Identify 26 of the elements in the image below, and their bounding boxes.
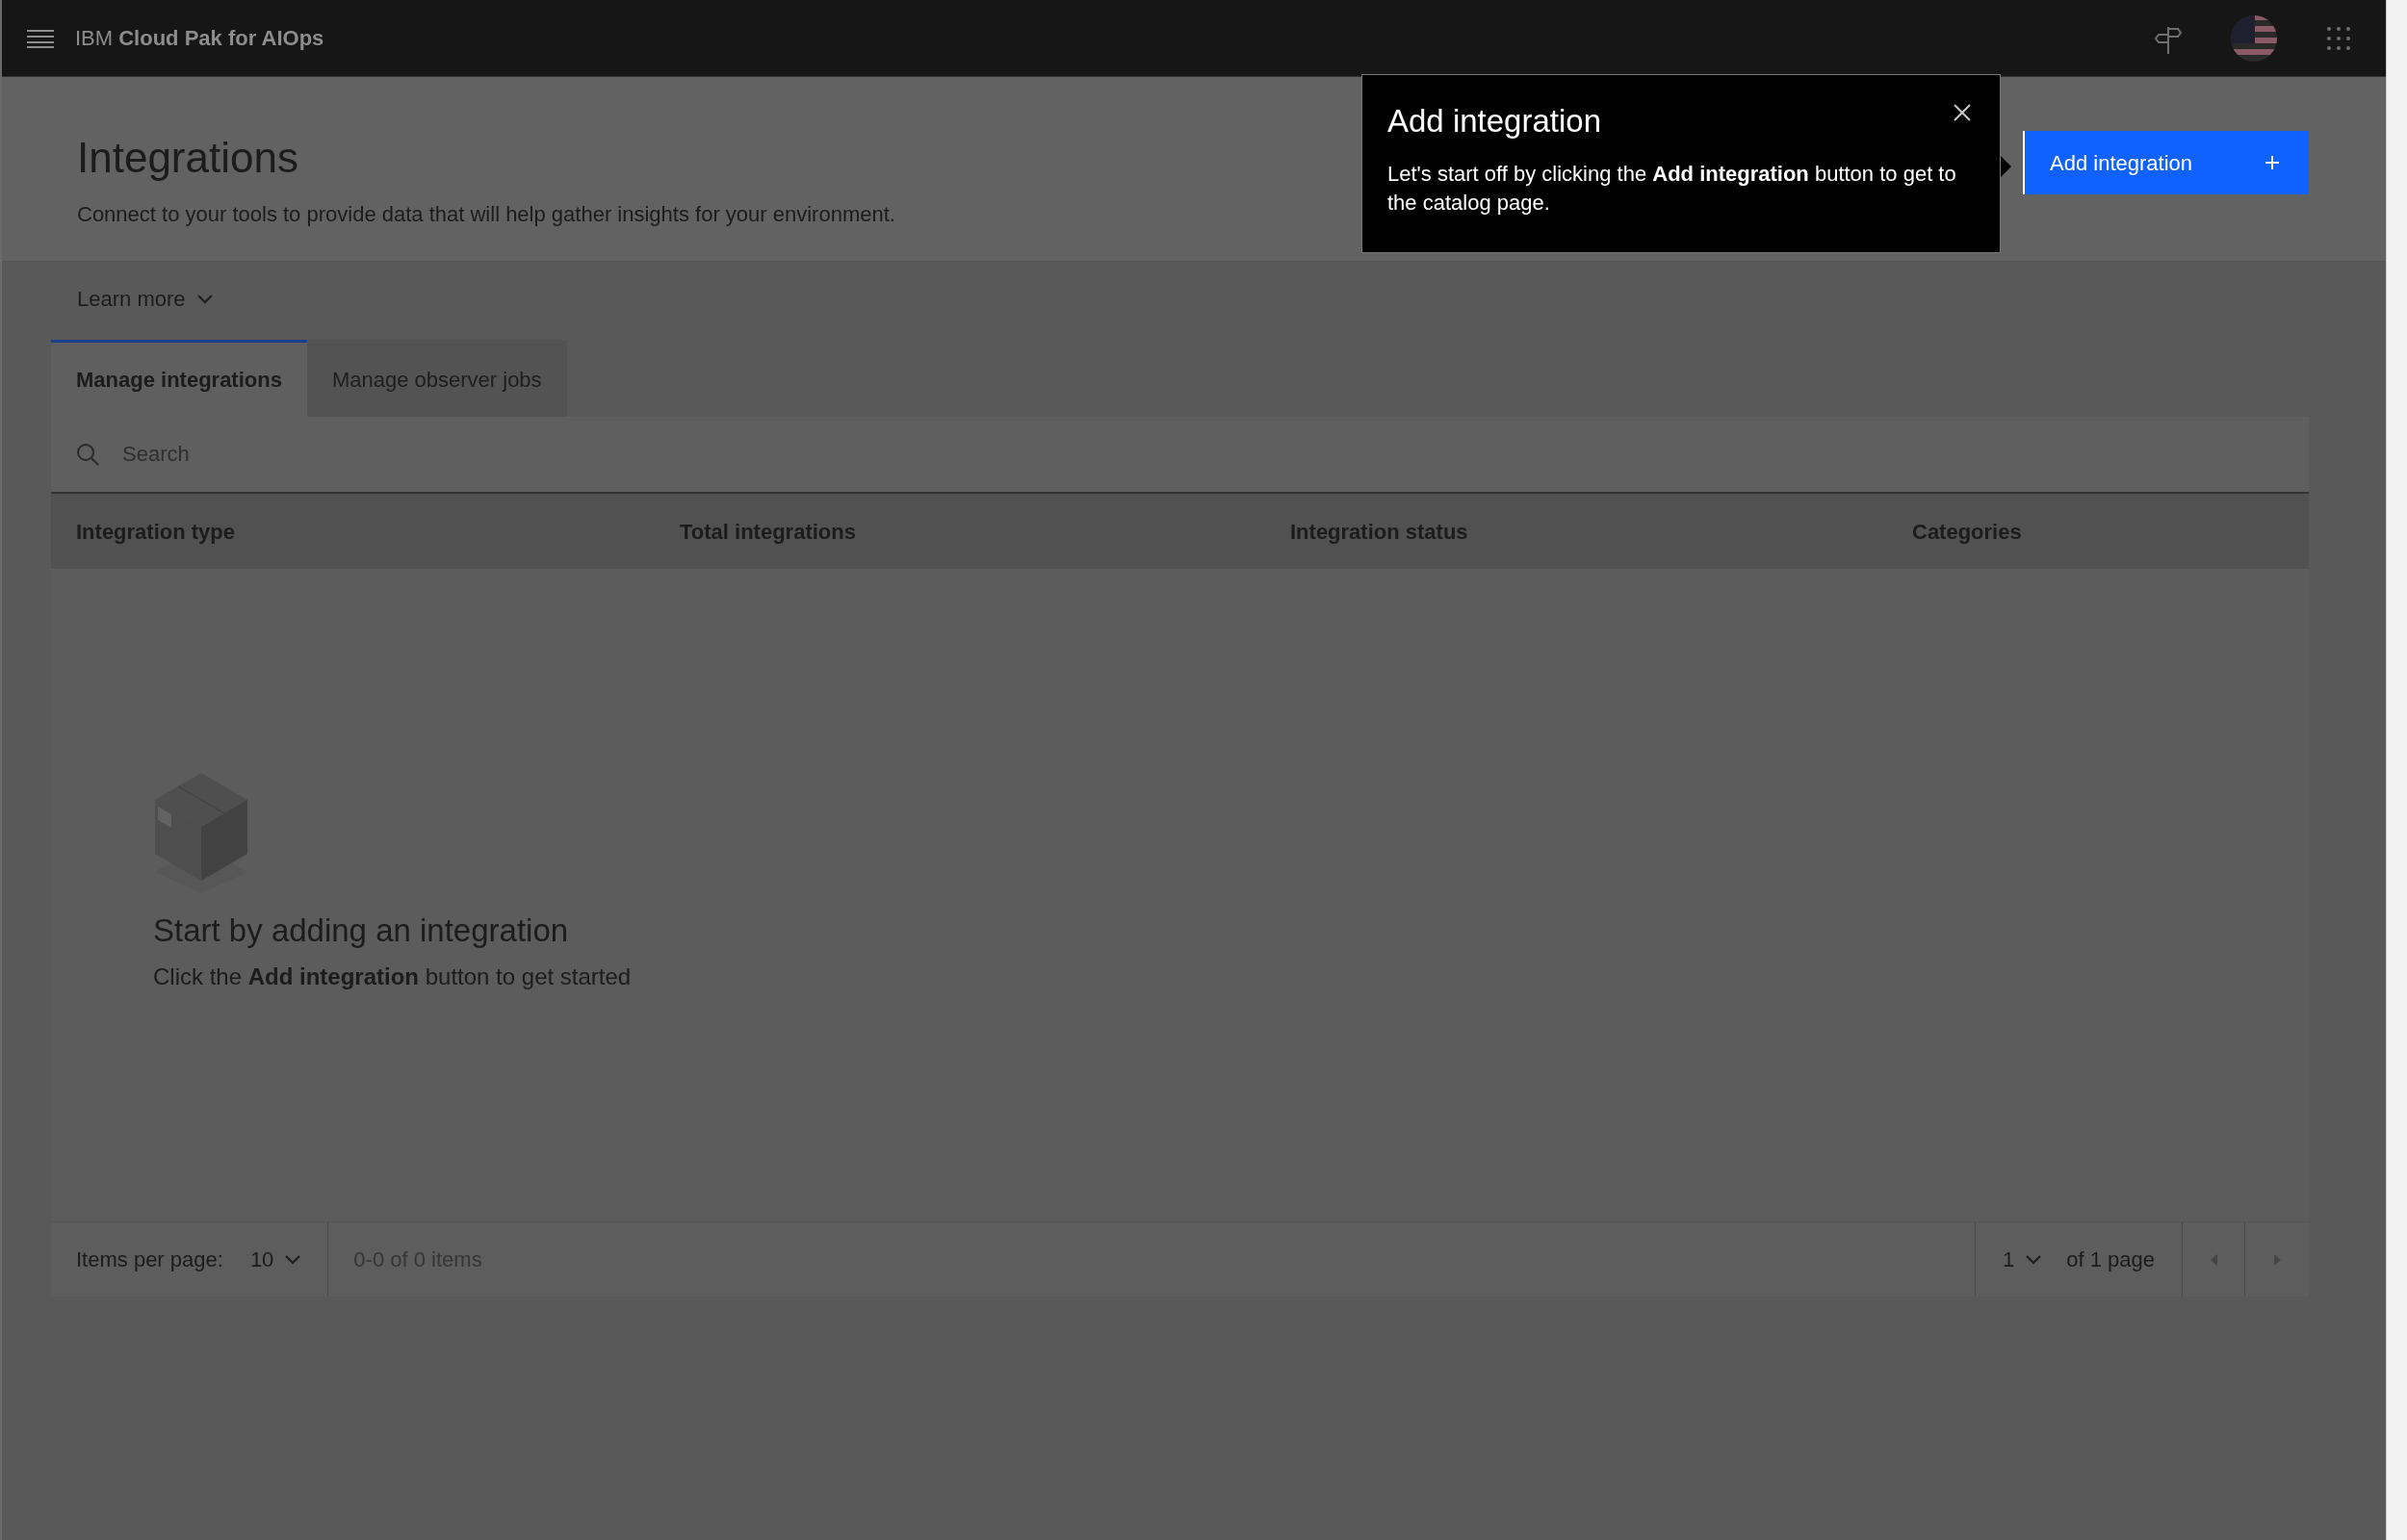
- chevron-down-icon: [2026, 1254, 2042, 1265]
- page-total: of 1 page: [2066, 1246, 2155, 1273]
- empty-state-text: Click the Add integration button to get started: [153, 962, 633, 991]
- empty-state-title: Start by adding an integration: [153, 911, 570, 950]
- tab[interactable]: Manage integrations: [51, 340, 307, 417]
- add-integration-button[interactable]: Add integration: [2023, 131, 2309, 194]
- page-description: Connect to your tools to provide data that will help gather insights for your environment.: [77, 201, 895, 229]
- tooltip-title: Add integration: [1387, 102, 1602, 141]
- plus-icon: [2265, 155, 2280, 170]
- chevron-down-icon: [196, 294, 213, 304]
- learn-more-toggle[interactable]: Learn more: [77, 283, 2386, 315]
- items-per-page-label: Items per page:: [76, 1246, 223, 1273]
- page-select[interactable]: 1: [2003, 1244, 2042, 1275]
- search-icon: [76, 443, 99, 466]
- chevron-down-icon: [285, 1254, 301, 1265]
- scrollbar[interactable]: [2386, 0, 2407, 1540]
- caret-left-icon: [2210, 1253, 2217, 1266]
- close-button[interactable]: [1954, 104, 1971, 121]
- page-title: Integrations: [77, 135, 299, 182]
- menu-icon[interactable]: [27, 28, 54, 48]
- caret-right-icon: [2273, 1253, 2281, 1266]
- product-name: IBM Cloud Pak for AIOps: [75, 25, 324, 52]
- close-icon: [1954, 104, 1971, 121]
- items-per-page-select[interactable]: 10: [249, 1244, 301, 1275]
- tooltip-text: Let's start off by clicking the Add integration button to get to the catalog page.: [1387, 160, 1957, 218]
- app-switcher-icon[interactable]: [2326, 25, 2351, 51]
